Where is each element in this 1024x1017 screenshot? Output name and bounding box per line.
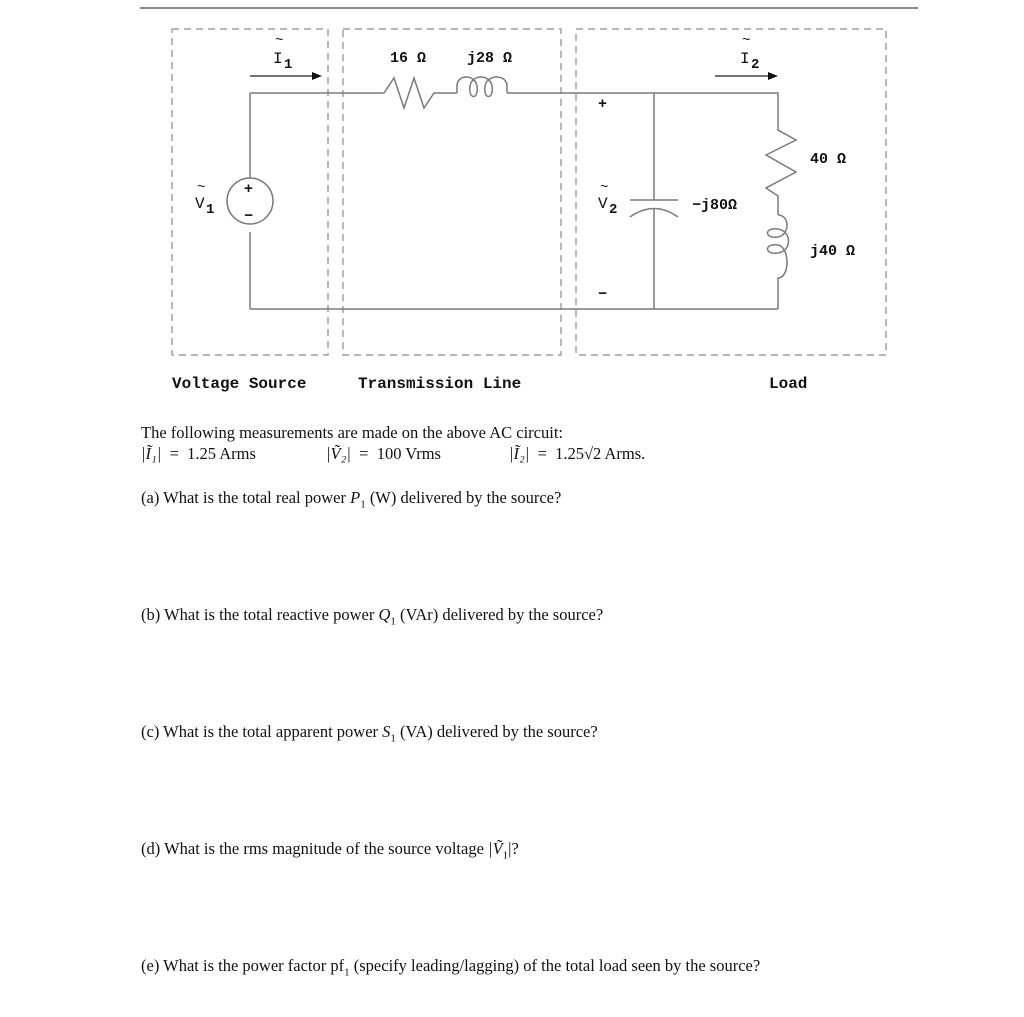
question-label: (b) — [141, 605, 161, 624]
measurement-i1: |Ĩ₁| = 1.25 Arms — [141, 444, 256, 464]
question-text-after: (VA) delivered by the source? — [400, 722, 598, 741]
capacitor-label: −j80Ω — [692, 197, 737, 214]
v2-minus: − — [598, 286, 607, 303]
top-wire-right — [654, 92, 779, 122]
line-resistor — [374, 75, 457, 111]
measurement-lhs: |Ṽ₂| — [326, 444, 351, 463]
measurement-i2: |Ĩ₂| = 1.25√2 Arms. — [509, 444, 645, 464]
v2-label: V — [598, 195, 608, 213]
load-resistor — [764, 122, 798, 215]
question-text-after: |? — [508, 839, 519, 858]
question-text: What is the power factor — [163, 956, 327, 975]
measurement-rhs: 100 Vrms — [376, 444, 441, 463]
line-resistor-label: 16 Ω — [390, 50, 426, 67]
section-label-line: Transmission Line — [358, 375, 521, 393]
v1-tilde: ~ — [197, 180, 205, 196]
question-text: What is the total reactive power — [164, 605, 375, 624]
v2-plus: + — [598, 96, 607, 113]
measurement-eq: = — [359, 444, 369, 463]
i1-subscript: 1 — [284, 57, 292, 73]
measurement-rhs: 1.25 Arms — [187, 444, 256, 463]
question-label: (c) — [141, 722, 160, 741]
question-a: (a) What is the total real power P1 (W) … — [141, 488, 561, 510]
question-e: (e) What is the power factor pf1 (specif… — [141, 956, 760, 978]
i2-label: I — [740, 50, 750, 68]
question-text-after: (W) delivered by the source? — [369, 488, 562, 507]
question-text: What is the total real power — [163, 488, 346, 507]
question-c: (c) What is the total apparent power S1 … — [141, 722, 598, 744]
measurement-eq: = — [169, 444, 179, 463]
load-resistor-label: 40 Ω — [810, 151, 846, 168]
question-text-after: (VAr) delivered by the source? — [400, 605, 604, 624]
intro-text: The following measurements are made on t… — [141, 423, 563, 442]
question-label: (d) — [141, 839, 161, 858]
i1-tilde: ~ — [275, 33, 283, 49]
i1-label: I — [273, 50, 283, 68]
i2-subscript: 2 — [751, 57, 759, 73]
question-label: (a) — [141, 488, 160, 507]
question-label: (e) — [141, 956, 160, 975]
load-box — [575, 28, 887, 356]
question-symbol: P — [350, 488, 361, 507]
section-label-load: Load — [769, 375, 807, 393]
question-text: What is the rms magnitude of the source … — [164, 839, 484, 858]
question-symbol: pf — [330, 956, 345, 975]
circuit-diagram: ~ I 1 ~ I 2 16 Ω j28 Ω ~ V 1 + − + ~ V 2… — [171, 28, 887, 393]
v1-label: V — [195, 195, 205, 213]
line-inductor-label: j28 Ω — [467, 50, 512, 67]
question-symbol: Q — [378, 605, 391, 624]
question-subscript: 1 — [390, 615, 396, 628]
i2-arrow-head — [768, 72, 778, 80]
i1-arrow-head — [312, 72, 322, 80]
measurement-v2: |Ṽ₂| = 100 Vrms — [326, 444, 441, 464]
question-d: (d) What is the rms magnitude of the sou… — [141, 839, 519, 861]
load-inductor-label: j40 Ω — [810, 243, 855, 260]
v1-subscript: 1 — [206, 202, 214, 218]
measurement-lhs: |Ĩ₁| — [141, 444, 162, 463]
measurement-rhs: 1.25√2 Arms. — [555, 444, 646, 463]
v2-tilde: ~ — [600, 180, 608, 196]
i2-tilde: ~ — [742, 33, 750, 49]
v2-subscript: 2 — [609, 202, 617, 218]
section-label-source: Voltage Source — [172, 375, 306, 393]
v1-minus: − — [244, 208, 253, 225]
question-subscript: 1 — [344, 966, 350, 979]
line-inductor — [456, 76, 508, 98]
load-inductor — [766, 214, 790, 309]
transmission-line-box — [342, 28, 562, 356]
question-subscript: 1 — [360, 498, 366, 511]
question-symbol: |Ṽ — [488, 839, 503, 858]
measurement-lhs: |Ĩ₂| — [509, 444, 530, 463]
question-b: (b) What is the total reactive power Q1 … — [141, 605, 603, 627]
question-text-after: (specify leading/lagging) of the total l… — [353, 956, 761, 975]
question-subscript: 1 — [390, 732, 396, 745]
v1-plus: + — [244, 181, 253, 198]
measurement-eq: = — [537, 444, 547, 463]
question-text: What is the total apparent power — [163, 722, 379, 741]
